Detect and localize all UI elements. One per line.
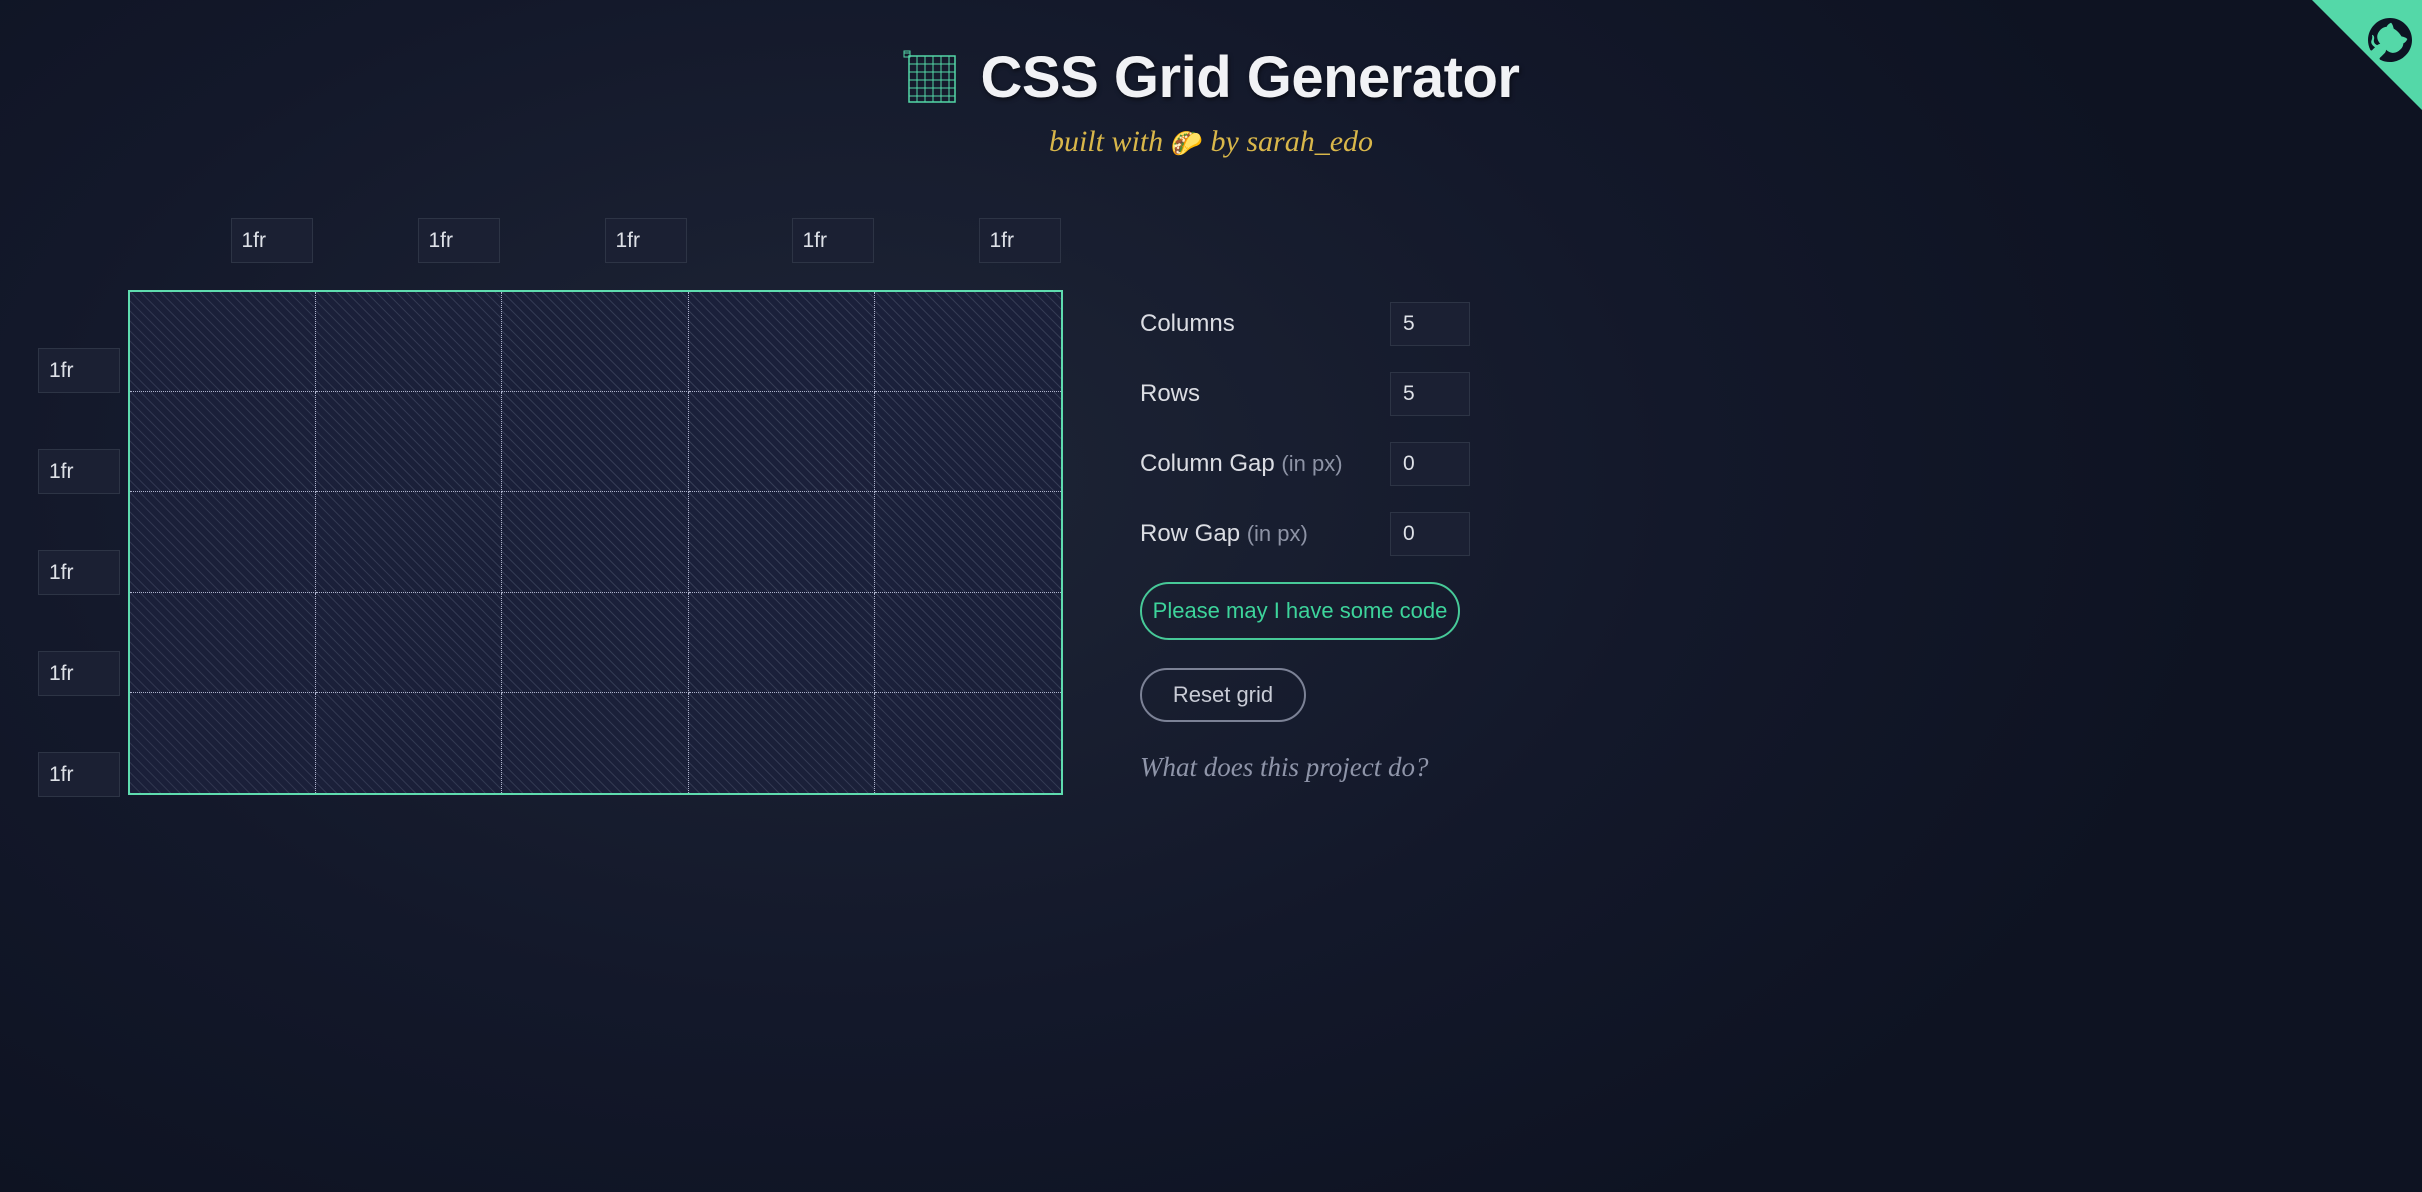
grid-cell[interactable] — [875, 292, 1061, 392]
column-unit-input[interactable] — [979, 218, 1061, 263]
row-unit-input[interactable] — [38, 752, 120, 797]
row-unit-column — [38, 320, 120, 825]
grid-cell[interactable] — [130, 492, 316, 592]
grid-cell[interactable] — [689, 593, 875, 693]
grid-cell[interactable] — [689, 292, 875, 392]
column-unit-input[interactable] — [605, 218, 687, 263]
rows-label: Rows — [1140, 380, 1200, 408]
reset-grid-button[interactable]: Reset grid — [1140, 668, 1306, 722]
grid-cell[interactable] — [316, 492, 502, 592]
column-unit-input[interactable] — [418, 218, 500, 263]
grid-cell[interactable] — [130, 392, 316, 492]
project-info-link[interactable]: What does this project do? — [1140, 752, 1470, 783]
grid-cell[interactable] — [875, 492, 1061, 592]
grid-cell[interactable] — [316, 392, 502, 492]
grid-cell[interactable] — [502, 492, 688, 592]
controls-sidebar: Columns Rows Column Gap (in px) Row Gap … — [1140, 302, 1470, 783]
column-gap-label: Column Gap (in px) — [1140, 450, 1343, 478]
grid-cell[interactable] — [875, 392, 1061, 492]
grid-cell[interactable] — [875, 593, 1061, 693]
grid-cell[interactable] — [130, 593, 316, 693]
author-link[interactable]: sarah_edo — [1246, 125, 1373, 158]
row-unit-input[interactable] — [38, 550, 120, 595]
grid-cell[interactable] — [502, 392, 688, 492]
row-gap-label: Row Gap (in px) — [1140, 520, 1308, 548]
generate-code-button[interactable]: Please may I have some code — [1140, 582, 1460, 640]
grid-cell[interactable] — [689, 693, 875, 793]
subtitle-suffix: by — [1203, 125, 1246, 158]
row-unit-input[interactable] — [38, 348, 120, 393]
grid-cell[interactable] — [502, 593, 688, 693]
grid-cell[interactable] — [130, 292, 316, 392]
grid-cell[interactable] — [502, 693, 688, 793]
grid-logo-icon — [903, 50, 959, 106]
column-gap-input[interactable] — [1390, 442, 1470, 486]
grid-cell[interactable] — [689, 392, 875, 492]
grid-cell[interactable] — [316, 693, 502, 793]
grid-cell[interactable] — [316, 593, 502, 693]
subtitle-prefix: built with — [1049, 125, 1171, 158]
grid-preview[interactable] — [128, 290, 1063, 795]
grid-cell[interactable] — [502, 292, 688, 392]
row-gap-input[interactable] — [1390, 512, 1470, 556]
taco-icon: 🌮 — [1171, 129, 1203, 158]
columns-label: Columns — [1140, 310, 1235, 338]
github-icon — [2359, 9, 2421, 71]
github-corner-ribbon[interactable] — [2312, 0, 2422, 110]
row-unit-input[interactable] — [38, 449, 120, 494]
page-title: CSS Grid Generator — [981, 44, 1520, 111]
rows-input[interactable] — [1390, 372, 1470, 416]
grid-cell[interactable] — [689, 492, 875, 592]
grid-cell[interactable] — [316, 292, 502, 392]
columns-input[interactable] — [1390, 302, 1470, 346]
row-unit-input[interactable] — [38, 651, 120, 696]
grid-cell[interactable] — [875, 693, 1061, 793]
grid-cell[interactable] — [130, 693, 316, 793]
subtitle: built with 🌮 by sarah_edo — [0, 125, 2422, 159]
column-unit-input[interactable] — [231, 218, 313, 263]
column-unit-input[interactable] — [792, 218, 874, 263]
column-unit-row — [178, 218, 1113, 263]
app-header: CSS Grid Generator built with 🌮 by sarah… — [0, 0, 2422, 159]
